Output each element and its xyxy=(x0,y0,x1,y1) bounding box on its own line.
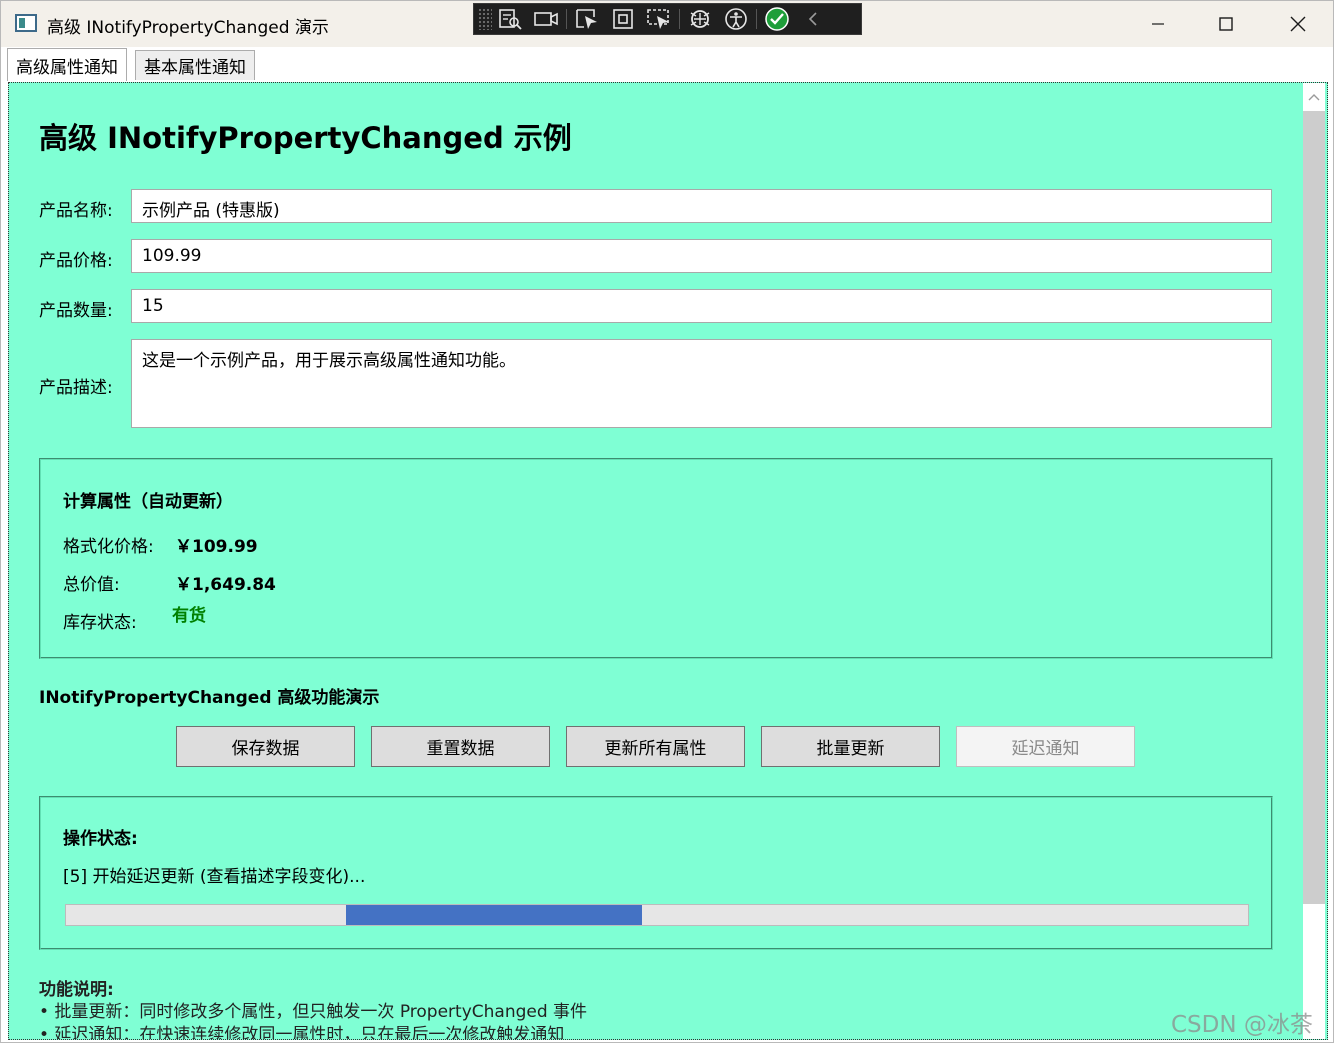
stock-status-label: 库存状态: xyxy=(63,613,137,633)
vertical-scrollbar[interactable] xyxy=(1303,83,1325,1039)
scroll-up-button[interactable] xyxy=(1303,85,1325,109)
actions-section-title: INotifyPropertyChanged 高级功能演示 xyxy=(39,688,380,708)
tab-content: 高级 INotifyPropertyChanged 示例 产品名称: 示例产品 … xyxy=(8,82,1328,1040)
product-name-input[interactable]: 示例产品 (特惠版) xyxy=(131,189,1272,223)
minimize-button[interactable] xyxy=(1123,1,1193,47)
product-price-input[interactable]: 109.99 xyxy=(131,239,1272,273)
total-value-label: 总价值: xyxy=(63,575,120,595)
total-value: ￥1,649.84 xyxy=(175,575,276,595)
progress-bar-fill xyxy=(346,905,642,925)
delayed-notify-button[interactable]: 延迟通知 xyxy=(956,726,1135,767)
watermark: CSDN @冰茶 xyxy=(1171,1012,1313,1038)
maximize-button[interactable] xyxy=(1191,1,1261,47)
product-description-textarea[interactable]: 这是一个示例产品，用于展示高级属性通知功能。 xyxy=(131,339,1272,428)
select-element-icon[interactable] xyxy=(569,5,605,33)
toolbar-grip-icon[interactable] xyxy=(478,8,492,30)
update-all-properties-button[interactable]: 更新所有属性 xyxy=(566,726,745,767)
window-title: 高级 INotifyPropertyChanged 演示 xyxy=(47,18,329,38)
computed-properties-group: 计算属性（自动更新） 格式化价格: ￥109.99 总价值: ￥1,649.84… xyxy=(39,458,1273,659)
tab-strip: 高级属性通知 基本属性通知 xyxy=(1,47,1333,82)
checked-icon[interactable] xyxy=(759,5,795,33)
display-adorners-icon[interactable] xyxy=(605,5,641,33)
title-bar: 高级 INotifyPropertyChanged 演示 xyxy=(1,1,1333,47)
collapse-icon[interactable] xyxy=(795,5,831,33)
product-description-label: 产品描述: xyxy=(39,378,113,398)
formatted-price-value: ￥109.99 xyxy=(175,537,258,557)
toolbar-separator xyxy=(679,9,680,29)
binding-failures-icon[interactable] xyxy=(682,5,718,33)
progress-bar xyxy=(65,904,1249,926)
save-data-button[interactable]: 保存数据 xyxy=(176,726,355,767)
close-icon xyxy=(1290,16,1306,32)
product-quantity-input[interactable]: 15 xyxy=(131,289,1272,323)
batch-update-button[interactable]: 批量更新 xyxy=(761,726,940,767)
tab-basic-notify[interactable]: 基本属性通知 xyxy=(135,50,255,80)
scroll-thumb[interactable] xyxy=(1303,111,1325,904)
debug-toolbar xyxy=(473,3,862,35)
product-name-label: 产品名称: xyxy=(39,201,113,221)
formatted-price-label: 格式化价格: xyxy=(63,537,154,557)
chevron-up-icon xyxy=(1308,94,1320,101)
track-focus-icon[interactable] xyxy=(641,5,677,33)
toolbar-separator xyxy=(566,9,567,29)
maximize-icon xyxy=(1219,17,1233,31)
accessibility-icon[interactable] xyxy=(718,5,754,33)
reset-data-button[interactable]: 重置数据 xyxy=(371,726,550,767)
operation-status-message: [5] 开始延迟更新 (查看描述字段变化)... xyxy=(63,867,366,887)
toolbar-separator xyxy=(756,9,757,29)
product-quantity-label: 产品数量: xyxy=(39,301,113,321)
app-window: 高级 INotifyPropertyChanged 演示 高级属性通知 基本属性… xyxy=(0,0,1334,1043)
visual-tree-icon[interactable] xyxy=(492,5,528,33)
feature-note-item: • 延迟通知：在快速连续修改同一属性时，只在最后一次修改触发通知 xyxy=(39,1025,565,1040)
computed-properties-title: 计算属性（自动更新） xyxy=(63,492,233,512)
page-title: 高级 INotifyPropertyChanged 示例 xyxy=(39,121,572,155)
operation-status-title: 操作状态: xyxy=(63,829,138,849)
record-icon[interactable] xyxy=(528,5,564,33)
feature-note-item: • 批量更新：同时修改多个属性，但只触发一次 PropertyChanged 事… xyxy=(39,1002,588,1022)
close-button[interactable] xyxy=(1263,1,1333,47)
minimize-icon xyxy=(1152,23,1164,25)
tab-advanced-notify[interactable]: 高级属性通知 xyxy=(7,48,127,81)
product-price-label: 产品价格: xyxy=(39,251,113,271)
operation-status-group: 操作状态: [5] 开始延迟更新 (查看描述字段变化)... xyxy=(39,796,1273,950)
stock-status-value: 有货 xyxy=(172,606,206,626)
app-icon xyxy=(15,14,37,32)
